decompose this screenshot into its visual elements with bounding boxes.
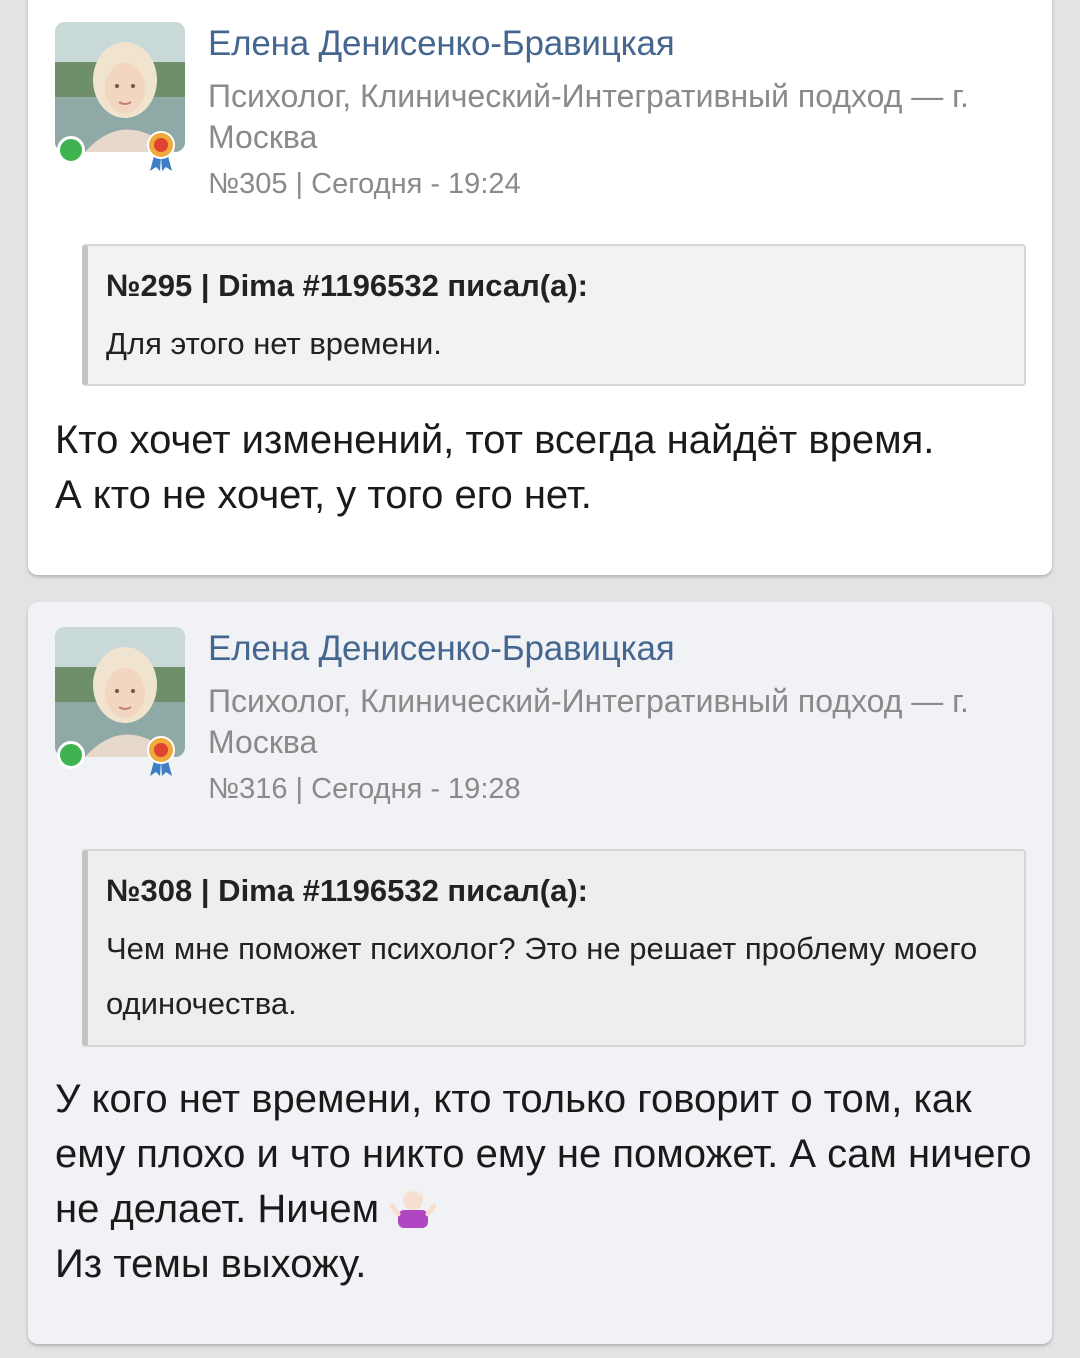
quote-header[interactable]: №295 | Dima #1196532 писал(а): [106,268,588,304]
medal-icon [147,131,175,171]
quote-header[interactable]: №308 | Dima #1196532 писал(а): [106,873,588,909]
post-body: Кто хочет изменений, тот всегда найдёт в… [55,418,935,517]
post-meta[interactable]: №316 | Сегодня - 19:28 [208,773,521,806]
quote-text: Для этого нет времени. [106,326,442,361]
person-shrugging-emoji [389,1184,437,1228]
quote-text: Чем мне поможет психолог? Это не решает … [106,931,978,1021]
post-305: Елена Денисенко-Бравицкая Психолог, Клин… [28,0,1052,575]
post-316: Елена Денисенко-Бравицкая Психолог, Клин… [28,602,1052,1344]
medal-icon [147,736,175,776]
author-name[interactable]: Елена Денисенко-Бравицкая [208,629,675,669]
author-role: Психолог, Клинический-Интегративный подх… [208,683,969,760]
post-body-text: У кого нет времени, кто только говорит о… [55,1077,1032,1231]
quote-block: №295 | Dima #1196532 писал(а): Для этого… [82,244,1026,386]
author-name[interactable]: Елена Денисенко-Бравицкая [208,24,675,64]
author-role: Психолог, Клинический-Интегративный подх… [208,78,969,155]
post-body: У кого нет времени, кто только говорит о… [55,1072,1035,1292]
quote-block: №308 | Dima #1196532 писал(а): Чем мне п… [82,849,1026,1047]
online-status-dot [57,741,85,769]
online-status-dot [57,136,85,164]
post-body-text-2: Из темы выхожу. [55,1242,367,1286]
post-meta[interactable]: №305 | Сегодня - 19:24 [208,168,521,201]
